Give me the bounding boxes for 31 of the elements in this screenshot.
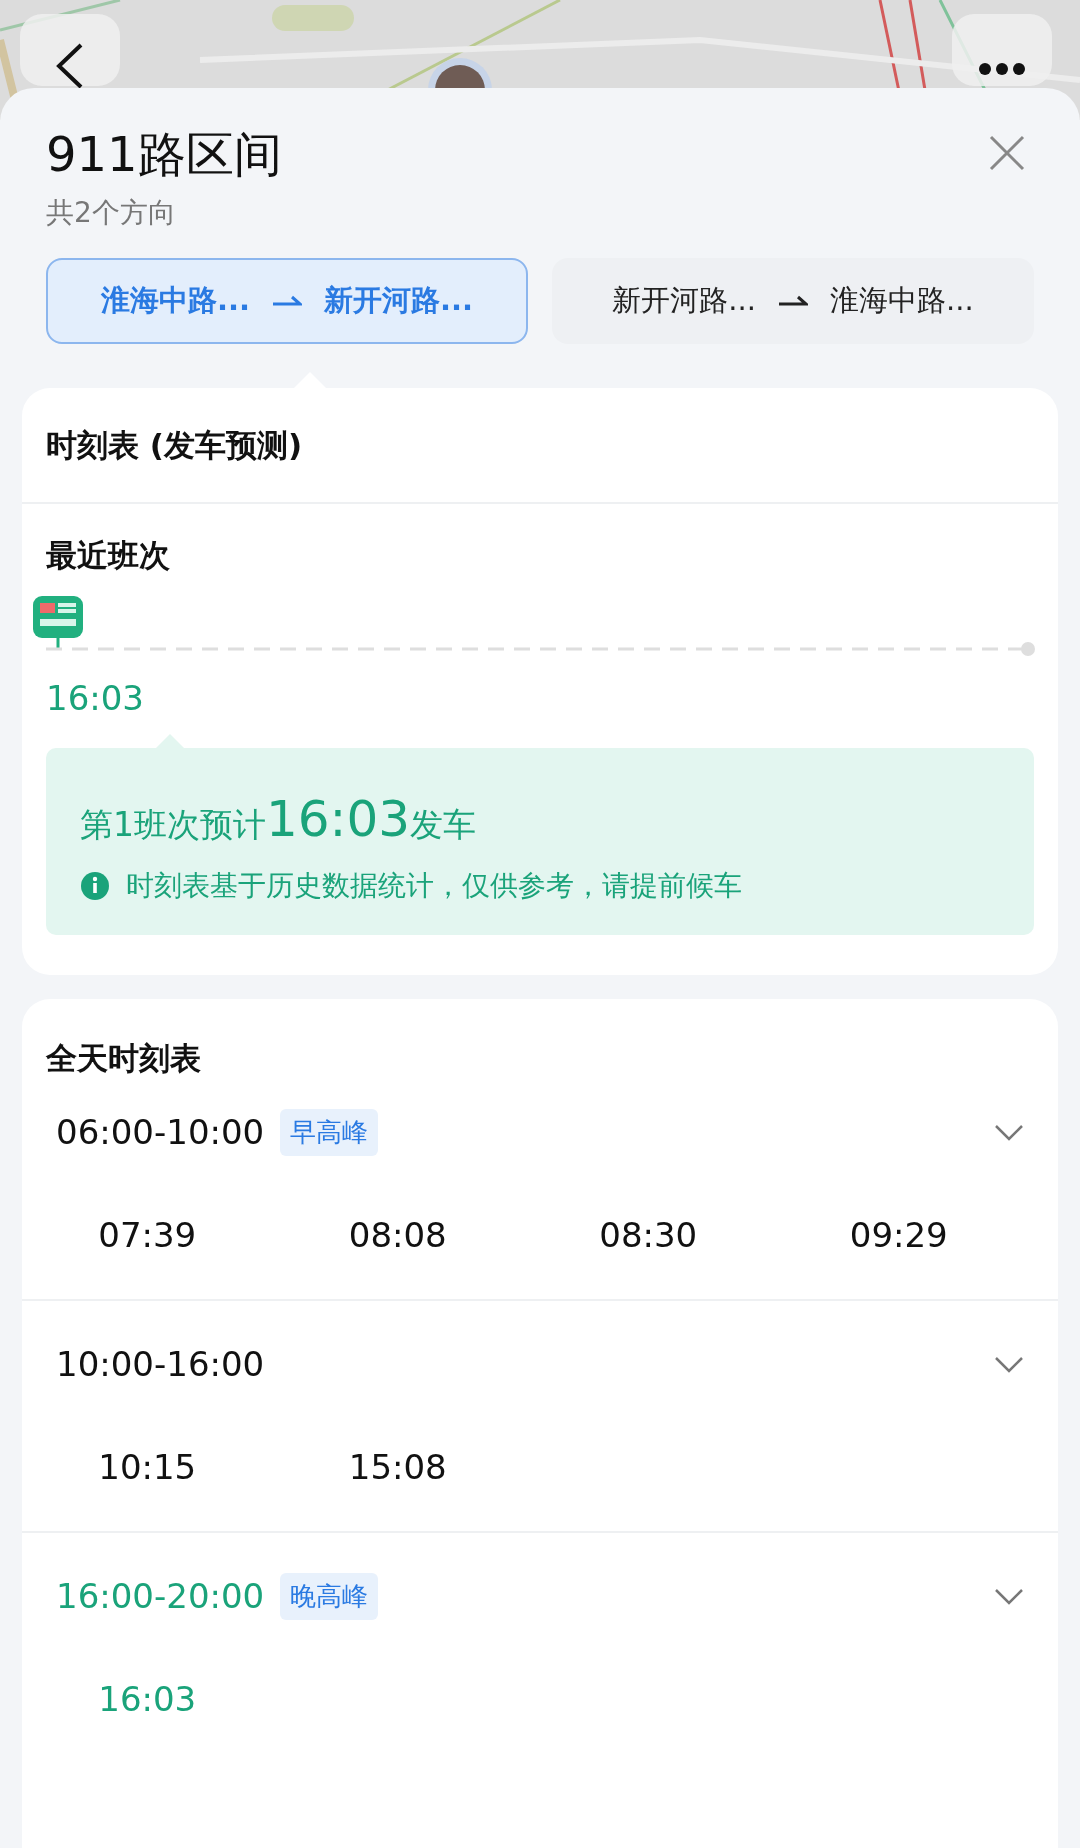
direction-tab[interactable]: 淮海中路... 新开河路... [46,257,528,344]
departure-time: 08:30 [598,1214,699,1258]
departure-time: 08:08 [347,1214,448,1258]
direction-tab[interactable]: 新开河路... 淮海中路... [552,257,1034,344]
chevron-down-icon [994,1124,1024,1143]
more-button[interactable] [952,14,1052,86]
time-range: 16:00-20:00 [56,1575,265,1619]
peak-tag: 晚高峰 [280,1573,379,1621]
direction-count: 共2个方向 [46,194,177,231]
time-range: 10:00-16:00 [56,1343,265,1387]
notice-text: 时刻表基于历史数据统计，仅供参考，请提前候车 [126,867,742,904]
departure-time: 07:39 [97,1214,198,1258]
departure-time: 10:15 [97,1446,198,1490]
chevron-down-icon [994,1588,1024,1607]
departure-time: 16:03 [97,1678,198,1722]
bus-icon [32,594,84,651]
more-icon [978,62,1026,76]
close-icon [988,134,1026,172]
peak-tag: 早高峰 [280,1109,379,1157]
time-range: 06:00-10:00 [56,1111,265,1155]
route-title: 911路区间 [46,126,282,184]
forecast-headline: 第1班次预计16:03发车 [80,788,478,850]
section-title: 时刻表 (发车预测) [45,425,304,465]
chevron-down-icon [994,1356,1024,1375]
departure-time: 16:03 [46,676,145,720]
section-title: 最近班次 [46,536,171,576]
section-title: 全天时刻表 [45,1038,202,1078]
back-button[interactable] [20,14,120,86]
info-icon [80,870,110,901]
departure-time: 09:29 [848,1214,949,1258]
departure-time: 15:08 [347,1446,448,1490]
